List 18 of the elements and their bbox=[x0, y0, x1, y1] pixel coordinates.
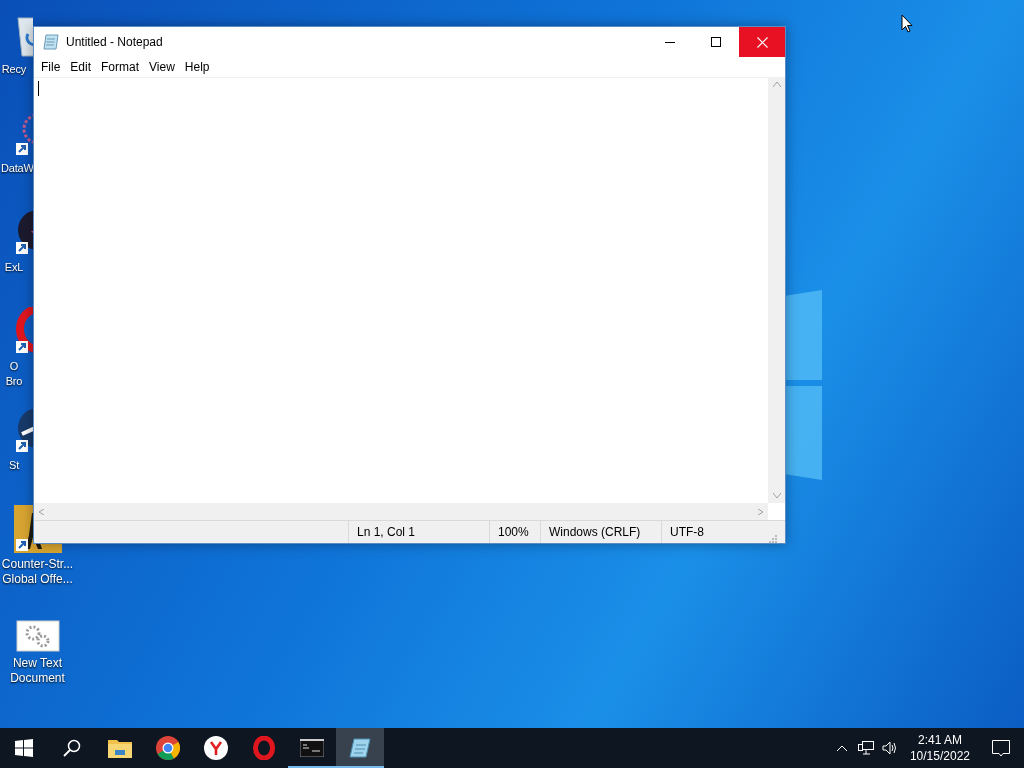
menu-item[interactable]: Format bbox=[96, 60, 145, 74]
status-text: Windows (CRLF) bbox=[540, 521, 661, 543]
status-text: 100% bbox=[489, 521, 540, 543]
desktop-icon-label[interactable]: Recy bbox=[0, 62, 27, 77]
status-text: UTF-8 bbox=[661, 521, 767, 543]
desktop-icon-label[interactable]: O Bro bbox=[0, 359, 27, 389]
desktop-icon-label[interactable]: New Text Document bbox=[10, 656, 65, 686]
menu-item[interactable]: Edit bbox=[65, 60, 97, 74]
desktop-icon-label[interactable]: DataW bbox=[0, 161, 34, 176]
desktop-icon-label[interactable]: ExL bbox=[0, 260, 27, 275]
window-title: Untitled - Notepad bbox=[66, 35, 163, 49]
clock[interactable]: 2:41 AM 10/15/2022 bbox=[901, 732, 978, 764]
desktop-icon-label[interactable]: St bbox=[0, 458, 27, 473]
desktop-icon-label[interactable]: Counter-Str... Global Offe... bbox=[1, 557, 74, 587]
status-text: Ln 1, Col 1 bbox=[348, 521, 489, 543]
menu-item[interactable]: View bbox=[144, 60, 180, 74]
menu-item[interactable]: Help bbox=[179, 60, 215, 74]
menu-item[interactable]: File bbox=[36, 60, 66, 74]
